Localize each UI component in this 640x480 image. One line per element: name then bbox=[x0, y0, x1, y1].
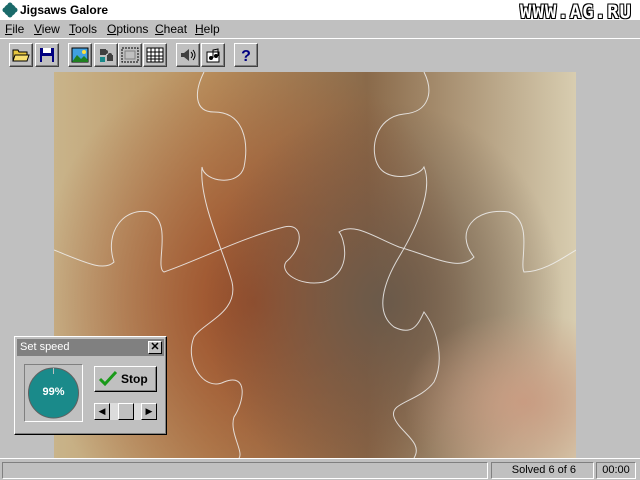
landscape-picture-icon bbox=[71, 47, 89, 63]
help-button[interactable]: ? bbox=[234, 43, 258, 67]
edge-pieces-button[interactable] bbox=[118, 43, 142, 67]
dialog-close-button[interactable]: ✕ bbox=[148, 341, 162, 354]
stop-label: Stop bbox=[121, 372, 148, 386]
gauge-value: 99% bbox=[42, 386, 65, 398]
menu-cheat[interactable]: Cheat bbox=[155, 22, 187, 36]
toolbar: ? bbox=[0, 38, 640, 72]
menu-view[interactable]: View bbox=[34, 22, 60, 36]
status-time: 00:00 bbox=[596, 462, 636, 479]
slider-thumb[interactable] bbox=[118, 403, 134, 420]
stop-button[interactable]: Stop bbox=[94, 366, 157, 392]
dialog-title: Set speed bbox=[20, 341, 70, 353]
music-button[interactable] bbox=[201, 43, 225, 67]
menu-options[interactable]: Options bbox=[107, 22, 148, 36]
puzzle-pieces-icon bbox=[100, 49, 113, 62]
puzzle-piece-icon bbox=[2, 2, 18, 18]
menu-help[interactable]: Help bbox=[195, 22, 220, 36]
status-solved: Solved 6 of 6 bbox=[491, 462, 594, 479]
slider-right-arrow-button[interactable]: ▶ bbox=[141, 403, 157, 420]
check-mark-icon bbox=[98, 370, 118, 387]
svg-text:?: ? bbox=[241, 48, 251, 64]
speed-slider[interactable]: ◀ ▶ bbox=[94, 403, 157, 420]
menu-file[interactable]: File bbox=[5, 22, 24, 36]
title-bar[interactable]: Jigsaws Galore WWW.AG.RU bbox=[0, 0, 640, 23]
save-button[interactable] bbox=[35, 43, 59, 67]
pieces-button[interactable] bbox=[94, 43, 118, 67]
speed-gauge: 99% bbox=[24, 364, 83, 422]
question-mark-icon: ? bbox=[241, 48, 251, 64]
status-bar: Solved 6 of 6 00:00 bbox=[0, 458, 640, 480]
dialog-title-bar[interactable]: Set speed ✕ bbox=[17, 339, 164, 356]
window-title: Jigsaws Galore bbox=[20, 3, 109, 17]
speaker-icon bbox=[181, 49, 196, 61]
all-pieces-button[interactable] bbox=[143, 43, 167, 67]
set-speed-dialog[interactable]: Set speed ✕ 99% Stop ◀ ▶ bbox=[14, 336, 167, 435]
edge-grid-icon bbox=[121, 47, 139, 63]
full-grid-icon bbox=[146, 47, 164, 63]
picture-button[interactable] bbox=[68, 43, 92, 67]
slider-left-arrow-button[interactable]: ◀ bbox=[94, 403, 110, 420]
floppy-disk-icon bbox=[40, 48, 54, 62]
folder-open-icon bbox=[12, 49, 30, 62]
music-icon bbox=[206, 48, 220, 63]
open-button[interactable] bbox=[9, 43, 33, 67]
sound-button[interactable] bbox=[176, 43, 200, 67]
menu-bar: File View Tools Options Cheat Help bbox=[0, 20, 640, 38]
menu-tools[interactable]: Tools bbox=[69, 22, 97, 36]
status-message bbox=[2, 462, 488, 479]
